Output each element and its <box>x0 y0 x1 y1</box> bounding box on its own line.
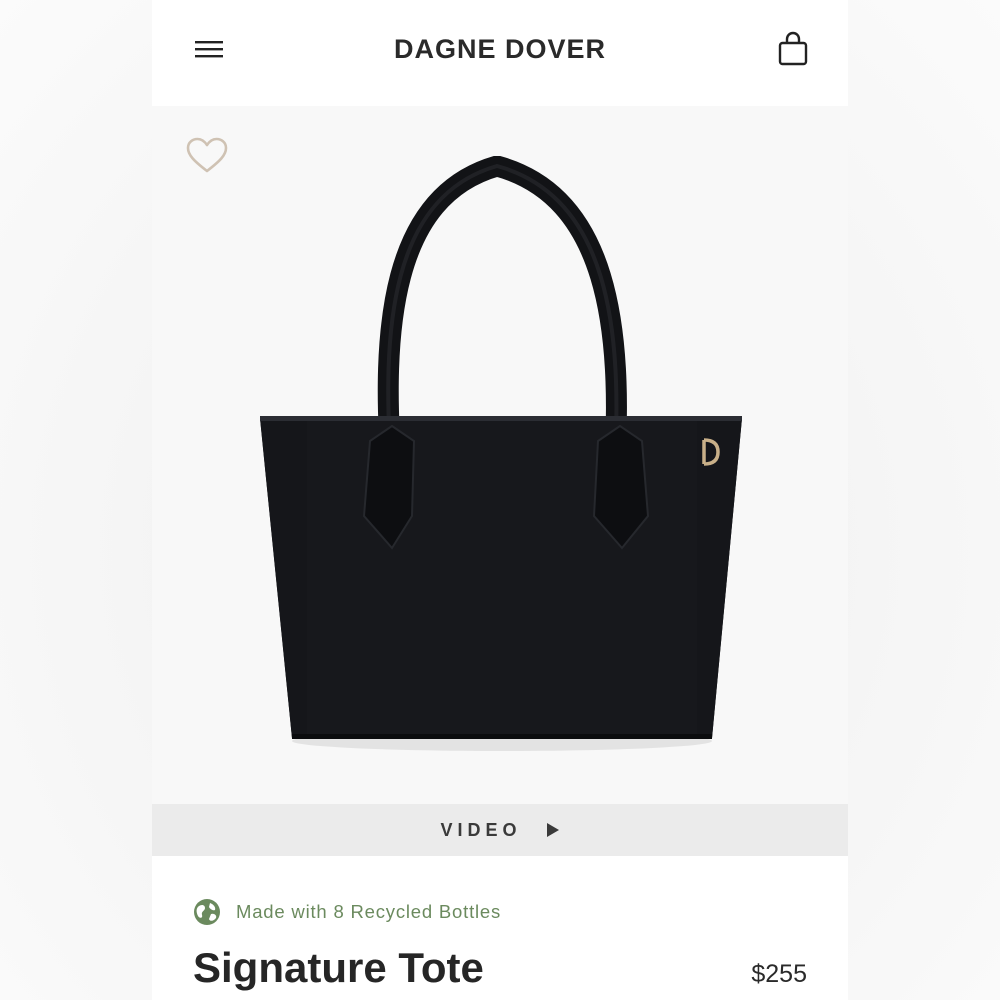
product-price: $255 <box>751 960 807 988</box>
globe-icon <box>194 899 220 925</box>
brand-logo[interactable]: DAGNE DOVER <box>152 34 848 65</box>
tote-bag-image <box>260 156 742 751</box>
eco-badge: Made with 8 Recycled Bottles <box>193 898 501 926</box>
video-button[interactable]: VIDEO <box>152 804 848 856</box>
shopping-bag-icon[interactable] <box>776 29 810 67</box>
product-image-gallery[interactable] <box>152 106 848 804</box>
play-icon <box>546 823 559 837</box>
product-title: Signature Tote <box>193 944 484 991</box>
eco-badge-text: Made with 8 Recycled Bottles <box>236 901 502 922</box>
heart-outline-icon[interactable] <box>186 137 228 175</box>
mobile-page: DAGNE DOVER VIDEO Made with 8 Recycled B… <box>152 0 848 1000</box>
site-header: DAGNE DOVER <box>152 0 848 106</box>
product-info: Made with 8 Recycled Bottles Signature T… <box>152 856 848 1000</box>
video-label: VIDEO <box>440 819 522 840</box>
